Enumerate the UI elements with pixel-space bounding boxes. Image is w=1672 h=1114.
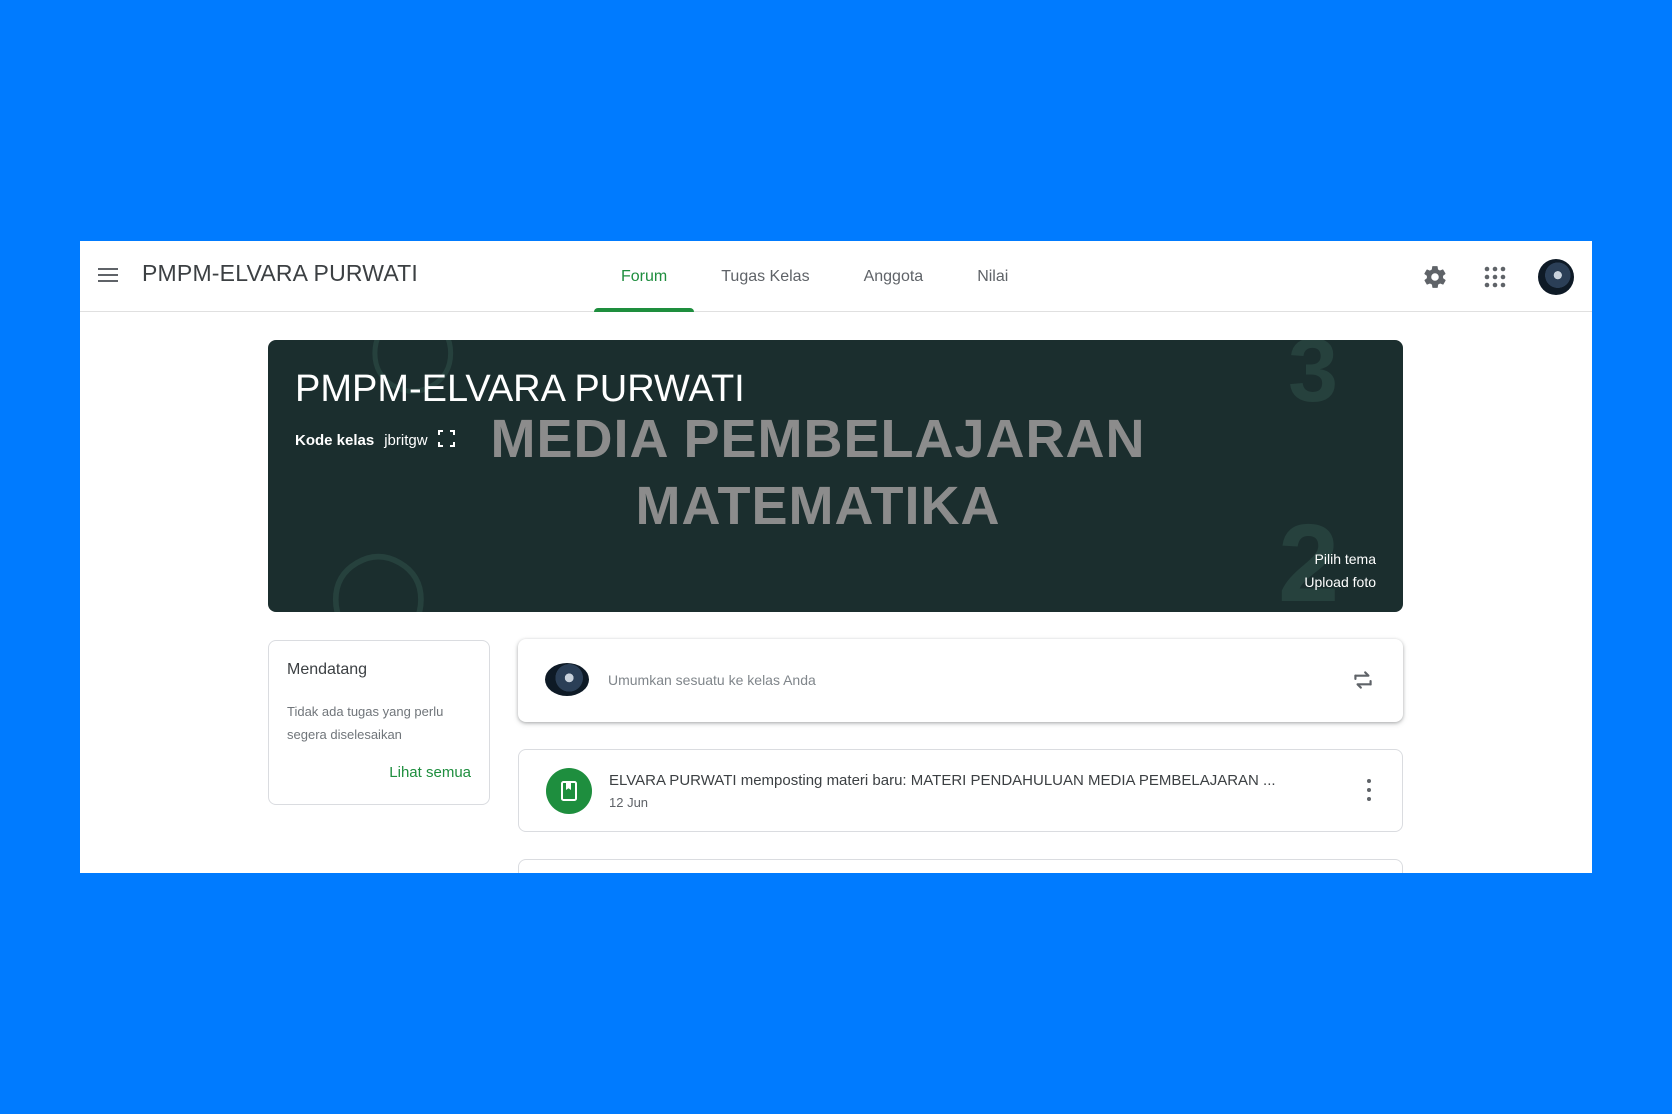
repost-icon[interactable] [1350, 667, 1376, 693]
apps-grid-icon[interactable] [1478, 260, 1512, 294]
class-code-value: jbritgw [384, 432, 428, 449]
tab-forum[interactable]: Forum [594, 241, 695, 312]
banner-class-title: PMPM-ELVARA PURWATI [295, 368, 745, 410]
tab-nilai[interactable]: Nilai [950, 241, 1035, 312]
class-tabs: Forum Tugas Kelas Anggota Nilai [594, 241, 1035, 312]
announce-placeholder[interactable]: Umumkan sesuatu ke kelas Anda [608, 672, 816, 688]
classroom-window: PMPM-ELVARA PURWATI Forum Tugas Kelas An… [80, 241, 1592, 873]
menu-icon[interactable] [98, 264, 120, 286]
banner-decoration: 3 [1288, 340, 1339, 421]
class-code-label: Kode kelas [295, 432, 375, 449]
view-all-link[interactable]: Lihat semua [389, 764, 471, 781]
upload-photo-link[interactable]: Upload foto [1304, 571, 1376, 594]
banner-image-text: MATEMATIKA [635, 476, 1001, 536]
user-avatar [545, 663, 589, 696]
settings-gear-icon[interactable] [1418, 260, 1452, 294]
class-name-title[interactable]: PMPM-ELVARA PURWATI [142, 260, 418, 287]
top-app-bar: PMPM-ELVARA PURWATI Forum Tugas Kelas An… [80, 241, 1592, 312]
class-banner: ◯ 3 ◯ 2 MEDIA PEMBELAJARAN MATEMATIKA PM… [268, 340, 1403, 612]
announce-box[interactable]: Umumkan sesuatu ke kelas Anda [518, 639, 1403, 722]
stream-post[interactable]: ELVARA PURWATI memposting materi baru: M… [518, 749, 1403, 832]
banner-image-text: MEDIA PEMBELAJARAN [490, 409, 1146, 469]
tab-tugas-kelas[interactable]: Tugas Kelas [694, 241, 836, 312]
upcoming-heading: Mendatang [287, 661, 368, 678]
banner-actions: Pilih tema Upload foto [1304, 548, 1376, 594]
post-date: 12 Jun [609, 795, 649, 810]
choose-theme-link[interactable]: Pilih tema [1304, 548, 1376, 571]
more-options-icon[interactable] [1366, 779, 1372, 801]
fullscreen-icon[interactable] [437, 430, 455, 451]
account-avatar[interactable] [1538, 259, 1574, 295]
class-code: Kode kelas jbritgw [295, 430, 455, 451]
stream-post[interactable] [518, 859, 1403, 873]
tab-anggota[interactable]: Anggota [837, 241, 951, 312]
upcoming-card: Mendatang Tidak ada tugas yang perlu seg… [268, 640, 490, 805]
upcoming-description: Tidak ada tugas yang perlu segera disele… [287, 704, 444, 742]
post-title[interactable]: ELVARA PURWATI memposting materi baru: M… [609, 772, 1276, 789]
top-right-actions [1418, 259, 1574, 295]
banner-decoration: ◯ [328, 543, 429, 612]
material-book-icon [546, 768, 592, 814]
